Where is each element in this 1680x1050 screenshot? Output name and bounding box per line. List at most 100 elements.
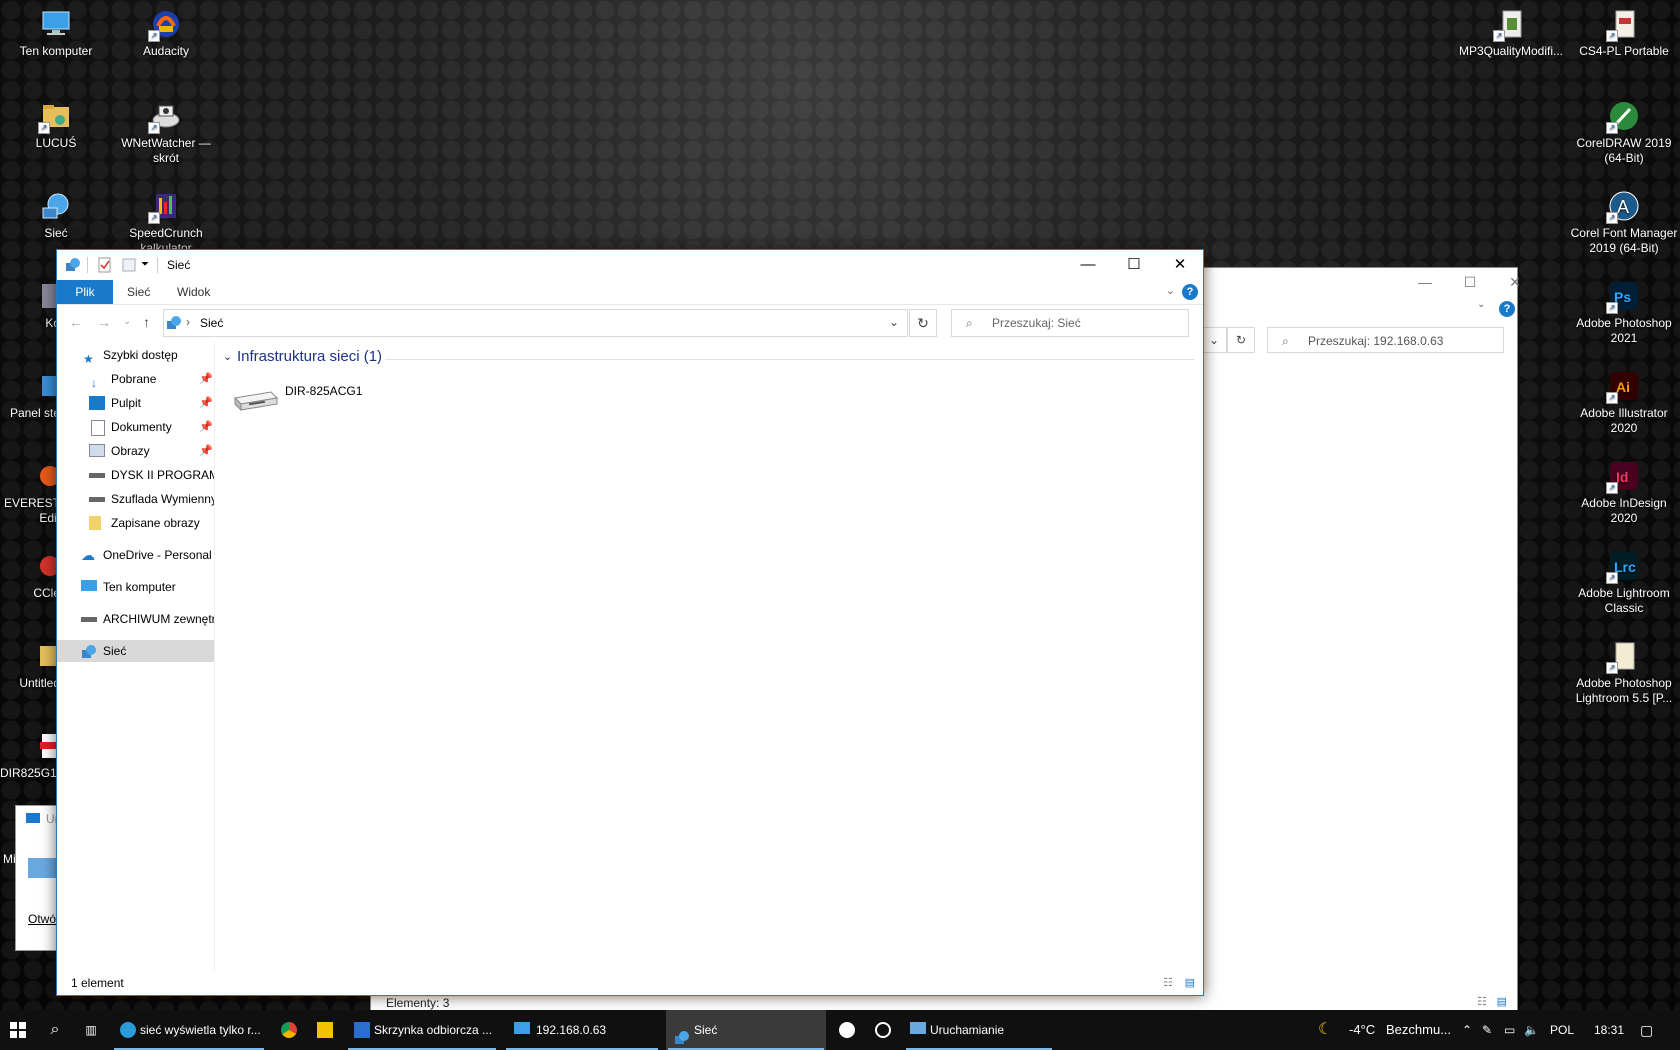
desktop-icon-illustrator[interactable]: Ai ↗ Adobe Illustrator 2020 [1566,362,1680,436]
clock-time[interactable]: 18:31 [1594,1010,1624,1050]
desktop-icon-ccleaner[interactable]: CCle [0,542,60,601]
desktop-icon-network[interactable]: Sieć [8,182,104,241]
notification-icon[interactable]: ▢ [1640,1010,1653,1050]
desktop-icon-lightroom-55[interactable]: ↗ Adobe Photoshop Lightroom 5.5 [P... [1566,632,1680,706]
details-view-icon[interactable]: ☷ [1163,971,1173,995]
weather-description[interactable]: Bezchmu... [1386,1010,1451,1050]
desktop-icon-untitled[interactable]: Untitled [0,632,62,691]
close-button[interactable]: ✕ [1157,250,1203,280]
desktop-icon-ko[interactable]: Ko [0,272,62,331]
navigation-pane[interactable]: ★ Szybki dostęp ↓ Pobrane 📌 Pulpit 📌 Dok… [57,342,215,971]
desktop-icon-this-pc[interactable]: Ten komputer [8,0,104,59]
nav-item-drive-removable[interactable]: Szuflada Wymienny [57,488,214,510]
minimize-button[interactable]: — [1065,250,1111,280]
help-icon[interactable]: ? [1182,284,1198,300]
task-view-button[interactable]: ▥ [74,1010,108,1050]
search-button[interactable]: ⌕ [38,1010,72,1050]
chevron-down-icon[interactable]: ⌄ [889,315,899,329]
desktop-icon-mp3quality[interactable]: ↗ MP3QualityModifi... [1454,0,1568,59]
taskbar-item-network[interactable]: Sieć [666,1010,826,1050]
breadcrumb[interactable]: Sieć [200,316,223,330]
device-item[interactable]: DIR-825ACG1 [231,380,371,430]
moon-weather-icon[interactable]: ☾ [1318,1010,1332,1050]
title-bar[interactable]: ⏷ Sieć — ☐ ✕ [57,250,1203,280]
desktop-icon-dir825-pdf[interactable]: DIR825G1F [0,722,64,781]
close-button[interactable]: ✕ [1492,274,1538,294]
desktop-icon-control-panel[interactable]: Panel ste [0,362,62,421]
help-icon[interactable]: ? [1499,301,1515,317]
desktop-icon-photoshop[interactable]: Ps ↗ Adobe Photoshop 2021 [1566,272,1680,346]
taskbar-item-mail[interactable]: Skrzynka odbiorcza ... [346,1010,498,1050]
refresh-button[interactable]: ↻ [909,309,937,337]
taskbar-item-chrome[interactable] [272,1010,306,1050]
tab-view[interactable]: Widok [177,280,210,304]
nav-item-network[interactable]: Sieć [57,640,214,662]
maximize-button[interactable]: ☐ [1111,250,1157,280]
content-pane[interactable]: ⌄ Infrastruktura sieci (1) DIR-825ACG1 [215,342,1203,971]
pen-icon[interactable]: ✎ [1482,1010,1492,1050]
desktop-icon-speedcrunch[interactable]: ↗ SpeedCrunch kalkulator [118,182,214,256]
ribbon-expand-icon[interactable]: ⌄ [1166,284,1175,297]
input-language[interactable]: POL [1550,1010,1574,1050]
search-input[interactable]: ⌕ Przeszukaj: 192.168.0.63 [1267,327,1504,353]
back-button[interactable]: ← [69,314,83,330]
desktop-icon-corel-font-manager[interactable]: A ↗ Corel Font Manager 2019 (64-Bit) [1566,182,1680,256]
recent-locations-icon[interactable]: ⌄ [123,316,131,327]
search-input[interactable]: ⌕ Przeszukaj: Sieć [951,309,1189,337]
taskbar-item-run[interactable]: Uruchamianie [904,1010,1054,1050]
desktop-icon-coreldraw[interactable]: ↗ CorelDRAW 2019 (64-Bit) [1574,92,1674,166]
tab-network[interactable]: Sieć [127,280,150,304]
show-hidden-icons-icon[interactable]: ⌃ [1462,1010,1472,1050]
nav-item-quick-access[interactable]: ★ Szybki dostęp [57,344,214,366]
group-header[interactable]: Infrastruktura sieci (1) [237,348,382,365]
maximize-button[interactable]: ☐ [1447,274,1493,294]
desktop-icon-everest[interactable]: EVEREST Edit [0,452,60,526]
nav-item-saved-pictures[interactable]: Zapisane obrazy [57,512,214,534]
svg-text:Ai: Ai [1616,379,1630,395]
taskbar-item-store[interactable] [308,1010,342,1050]
refresh-button[interactable]: ↻ [1227,327,1255,353]
start-button[interactable] [0,1010,36,1050]
nav-item-downloads[interactable]: ↓ Pobrane 📌 [57,368,214,390]
nav-item-pictures[interactable]: Obrazy 📌 [57,440,214,462]
customize-quick-access-icon[interactable]: ⏷ [141,257,157,273]
desktop-icon-indesign[interactable]: Id ↗ Adobe InDesign 2020 [1566,452,1680,526]
network-tray-icon[interactable]: ▭ [1504,1010,1515,1050]
nav-item-desktop[interactable]: Pulpit 📌 [57,392,214,414]
nav-item-drive-programs[interactable]: DYSK II PROGRAMY [57,464,214,486]
taskbar-item-192-168-0-63[interactable]: 192.168.0.63 [504,1010,660,1050]
pin-icon[interactable]: 📌 [199,440,213,462]
taskbar-item-edge[interactable]: sieć wyświetla tylko r... [112,1010,266,1050]
volume-icon[interactable]: 🔈 [1524,1010,1539,1050]
desktop-icon-audacity[interactable]: ↗ Audacity [118,0,214,59]
pin-icon[interactable]: 📌 [199,392,213,414]
up-button[interactable]: ↑ [143,314,150,330]
nav-item-archive-drive[interactable]: ARCHIWUM zewnętrz [57,608,214,630]
desktop-icon-lucus[interactable]: ↗ LUCUŚ [8,92,104,151]
nav-item-this-pc[interactable]: Ten komputer [57,576,214,598]
minimize-button[interactable]: — [1402,274,1448,294]
nav-item-documents[interactable]: Dokumenty 📌 [57,416,214,438]
weather-temperature[interactable]: -4°C [1349,1010,1375,1050]
new-folder-icon[interactable] [121,257,137,273]
pin-icon[interactable]: 📌 [199,416,213,438]
large-icons-view-icon[interactable]: ▤ [1497,995,1507,1008]
chevron-down-icon[interactable]: ⌄ [1201,327,1227,353]
properties-icon[interactable] [97,257,113,273]
explorer-window[interactable]: ⏷ Sieć — ☐ ✕ Plik Sieć Widok ⌄ ? ← → ⌄ ↑… [56,249,1204,996]
large-icons-view-icon[interactable]: ▤ [1185,971,1195,995]
pin-icon[interactable]: 📌 [199,368,213,390]
taskbar-item-speedometer[interactable] [866,1010,900,1050]
collapse-group-icon[interactable]: ⌄ [223,350,232,363]
desktop-icon-lightroom-classic[interactable]: Lrc ↗ Adobe Lightroom Classic [1566,542,1680,616]
details-view-icon[interactable]: ☷ [1477,995,1487,1008]
taskbar-item-clock-app[interactable] [830,1010,864,1050]
breadcrumb-separator-icon[interactable]: › [186,315,190,329]
desktop-icon-wnetwatcher[interactable]: ↗ WNetWatcher — skrót [118,92,214,166]
forward-button[interactable]: → [97,314,111,330]
address-bar[interactable]: › Sieć ⌄ [163,309,908,337]
nav-item-onedrive[interactable]: ☁ OneDrive - Personal [57,544,214,566]
tab-file[interactable]: Plik [57,280,113,304]
ribbon-expand-icon[interactable]: ⌄ [1477,299,1485,310]
desktop-icon-cs4[interactable]: ↗ CS4-PL Portable [1574,0,1674,59]
